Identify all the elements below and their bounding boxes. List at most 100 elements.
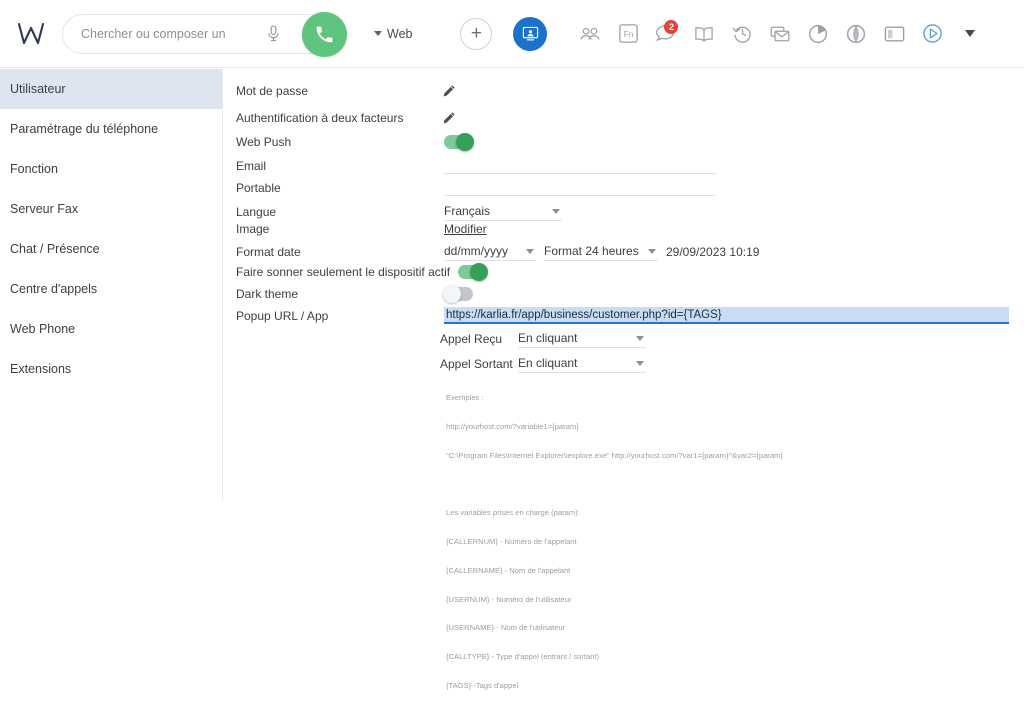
sidebar-item-label: Chat / Présence xyxy=(10,242,100,256)
date-format-value: dd/mm/yyyy xyxy=(444,244,520,258)
search-input[interactable] xyxy=(81,27,263,41)
chevron-down-icon xyxy=(374,31,382,36)
user-presence-button[interactable] xyxy=(513,17,547,51)
field-outgoing-call: Appel Sortant En cliquant xyxy=(440,354,646,373)
incoming-call-select[interactable]: En cliquant xyxy=(518,329,646,348)
settings-sidebar: Utilisateur Paramétrage du téléphone Fon… xyxy=(0,69,223,501)
chevron-down-icon xyxy=(636,336,644,341)
field-mobile: Portable xyxy=(236,179,716,196)
play-circle-icon[interactable] xyxy=(913,17,951,51)
search-bar[interactable] xyxy=(62,14,330,54)
sidebar-item-label: Serveur Fax xyxy=(10,202,78,216)
help-variable-line: {USERNAME} - Nom de l'utilisateur xyxy=(446,623,783,633)
svg-text:Fn: Fn xyxy=(624,30,634,39)
help-variable-line: {CALLTYPE} - Type d'appel (entrant / sor… xyxy=(446,652,783,662)
microphone-icon[interactable] xyxy=(263,25,283,42)
sidebar-item-label: Utilisateur xyxy=(10,82,66,96)
toggle-knob xyxy=(470,263,488,281)
web-mode-label: Web xyxy=(387,27,412,41)
help-example-line: http://yourhost.com/?variable1={param} xyxy=(446,422,783,432)
field-two-factor: Authentification à deux facteurs xyxy=(236,111,456,125)
field-popup-url-label: Popup URL / App xyxy=(236,309,444,323)
add-button-label: + xyxy=(471,24,482,43)
toggle-knob xyxy=(456,133,474,151)
field-password-label: Mot de passe xyxy=(236,84,442,98)
call-button[interactable] xyxy=(302,12,347,57)
sidebar-item-label: Extensions xyxy=(10,362,71,376)
sidebar-item-label: Paramétrage du téléphone xyxy=(10,122,158,136)
pie-chart-icon[interactable] xyxy=(799,17,837,51)
field-image-label: Image xyxy=(236,222,444,236)
help-variable-line: {USERNUM} - Numéro de l'utilisateur xyxy=(446,595,783,605)
field-mobile-label: Portable xyxy=(236,181,444,195)
add-button[interactable]: + xyxy=(460,18,492,50)
outgoing-call-select[interactable]: En cliquant xyxy=(518,354,646,373)
field-date-format-label: Format date xyxy=(236,245,444,259)
chevron-down-icon xyxy=(636,361,644,366)
time-format-select[interactable]: Format 24 heures xyxy=(544,242,658,261)
sidebar-item-chat-presence[interactable]: Chat / Présence xyxy=(0,229,222,269)
pencil-edit-icon[interactable] xyxy=(442,84,456,98)
app-logo[interactable] xyxy=(8,21,54,47)
globe-icon[interactable] xyxy=(837,17,875,51)
incoming-call-value: En cliquant xyxy=(518,331,630,345)
sidebar-item-web-phone[interactable]: Web Phone xyxy=(0,309,222,349)
field-image: Image Modifier xyxy=(236,222,487,236)
sidebar-item-centre-appels[interactable]: Centre d'appels xyxy=(0,269,222,309)
help-variables-title: Les variables prises en charge (param): xyxy=(446,508,783,518)
ring-active-device-toggle[interactable] xyxy=(458,265,487,279)
toolbar-overflow-caret-icon[interactable] xyxy=(965,30,975,37)
web-mode-dropdown[interactable]: Web xyxy=(374,27,412,41)
language-select-value: Français xyxy=(444,204,546,218)
language-select[interactable]: Français xyxy=(444,202,562,221)
mobile-input[interactable] xyxy=(444,179,716,196)
top-toolbar: Web + Fn xyxy=(0,0,1024,68)
field-two-factor-label: Authentification à deux facteurs xyxy=(236,111,442,125)
field-email: Email xyxy=(236,157,716,174)
contacts-icon[interactable] xyxy=(571,17,609,51)
help-spacer xyxy=(446,480,783,490)
help-variable-line: {TAGS} -Tags d'appel xyxy=(446,681,783,691)
toolbar-icon-group: Fn 2 xyxy=(571,17,975,51)
sidebar-item-serveur-fax[interactable]: Serveur Fax xyxy=(0,189,222,229)
toggle-knob xyxy=(443,285,461,303)
voicemail-icon[interactable] xyxy=(761,17,799,51)
chat-unread-badge: 2 xyxy=(664,20,678,34)
sidebar-item-label: Web Phone xyxy=(10,322,75,336)
outgoing-call-value: En cliquant xyxy=(518,356,630,370)
help-variable-line: {CALLERNUM} - Numéro de l'appelant xyxy=(446,537,783,547)
sidebar-item-extensions[interactable]: Extensions xyxy=(0,349,222,389)
sidebar-item-utilisateur[interactable]: Utilisateur xyxy=(0,69,222,109)
field-ring-active-device-label: Faire sonner seulement le dispositif act… xyxy=(236,265,450,279)
email-input[interactable] xyxy=(444,157,716,174)
field-password: Mot de passe xyxy=(236,84,456,98)
pencil-edit-icon[interactable] xyxy=(442,111,456,125)
call-history-icon[interactable] xyxy=(723,17,761,51)
chevron-down-icon xyxy=(552,209,560,214)
date-format-select[interactable]: dd/mm/yyyy xyxy=(444,242,536,261)
field-web-push-label: Web Push xyxy=(236,135,444,149)
field-popup-url: Popup URL / App https://karlia.fr/app/bu… xyxy=(236,307,1009,324)
fn-key-icon[interactable]: Fn xyxy=(609,17,647,51)
chat-bubble-icon[interactable]: 2 xyxy=(647,17,685,51)
sidebar-item-parametrage-telephone[interactable]: Paramétrage du téléphone xyxy=(0,109,222,149)
field-language-label: Langue xyxy=(236,205,444,219)
popup-url-input[interactable]: https://karlia.fr/app/business/customer.… xyxy=(444,307,1009,324)
sidebar-item-label: Fonction xyxy=(10,162,58,176)
field-dark-theme-label: Dark theme xyxy=(236,287,444,301)
chevron-down-icon xyxy=(526,249,534,254)
dark-theme-toggle[interactable] xyxy=(444,287,473,301)
field-language: Langue Français xyxy=(236,202,562,221)
panel-layout-icon[interactable] xyxy=(875,17,913,51)
image-modify-link[interactable]: Modifier xyxy=(444,222,487,236)
field-web-push: Web Push xyxy=(236,135,473,149)
chevron-down-icon xyxy=(648,249,656,254)
web-push-toggle[interactable] xyxy=(444,135,473,149)
book-icon[interactable] xyxy=(685,17,723,51)
user-settings-form: Mot de passe Authentification à deux fac… xyxy=(224,69,1024,526)
field-date-format: Format date dd/mm/yyyy Format 24 heures … xyxy=(236,242,759,261)
sidebar-item-label: Centre d'appels xyxy=(10,282,97,296)
field-email-label: Email xyxy=(236,159,444,173)
sidebar-item-fonction[interactable]: Fonction xyxy=(0,149,222,189)
help-examples-title: Exemples : xyxy=(446,393,783,403)
